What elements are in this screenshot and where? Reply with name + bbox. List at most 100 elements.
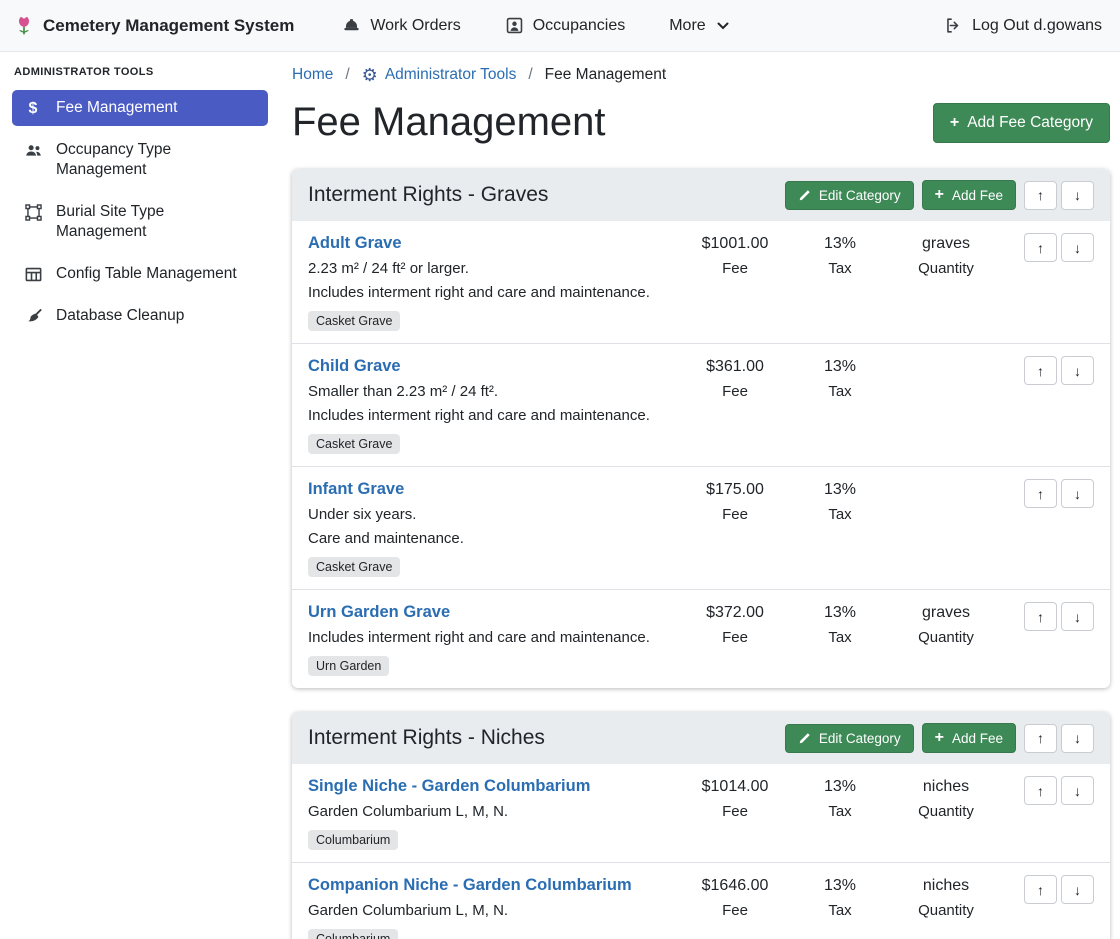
- add-fee-category-button[interactable]: + Add Fee Category: [933, 103, 1110, 143]
- fee-quantity-column: [890, 478, 1002, 483]
- breadcrumb-home-link[interactable]: Home: [292, 66, 333, 84]
- fee-amount-column: $1646.00 Fee: [680, 874, 790, 921]
- move-fee-down-button[interactable]: ↓: [1061, 479, 1094, 508]
- move-fee-down-button[interactable]: ↓: [1061, 602, 1094, 631]
- fee-amount-column: $1014.00 Fee: [680, 775, 790, 822]
- fee-name-link[interactable]: Child Grave: [308, 355, 668, 377]
- fee-description: Garden Columbarium L, M, N.: [308, 801, 668, 823]
- fee-name-link[interactable]: Adult Grave: [308, 232, 668, 254]
- move-category-down-button[interactable]: ↓: [1061, 181, 1094, 210]
- fee-row: Single Niche - Garden Columbarium Garden…: [292, 764, 1110, 863]
- tulip-logo-icon: [14, 15, 34, 37]
- arrow-up-icon: ↑: [1037, 882, 1044, 898]
- move-category-up-button[interactable]: ↑: [1024, 724, 1057, 753]
- logout-link[interactable]: Log Out d.gowans: [944, 16, 1102, 35]
- arrow-up-icon: ↑: [1037, 486, 1044, 502]
- fee-name-link[interactable]: Companion Niche - Garden Columbarium: [308, 874, 668, 896]
- fee-amount: $1001.00: [680, 233, 790, 255]
- category-header: Interment Rights - Niches Edit Category …: [292, 712, 1110, 764]
- fee-quantity-label: Quantity: [890, 802, 1002, 822]
- fee-amount-label: Fee: [680, 382, 790, 402]
- fee-quantity: niches: [890, 776, 1002, 798]
- fee-quantity-label: Quantity: [890, 901, 1002, 921]
- nav-work-orders[interactable]: Work Orders: [342, 16, 460, 35]
- sidebar-item-occupancy-type-management[interactable]: Occupancy Type Management: [12, 132, 268, 188]
- fee-amount-column: $1001.00 Fee: [680, 232, 790, 279]
- edit-category-button[interactable]: Edit Category: [785, 724, 914, 753]
- fee-tax: 13%: [790, 233, 890, 255]
- fee-quantity-column: graves Quantity: [890, 601, 1002, 648]
- move-fee-up-button[interactable]: ↑: [1024, 479, 1057, 508]
- edit-category-button[interactable]: Edit Category: [785, 181, 914, 210]
- nav-work-orders-label: Work Orders: [370, 17, 460, 35]
- fee-name-link[interactable]: Urn Garden Grave: [308, 601, 668, 623]
- fee-tax: 13%: [790, 356, 890, 378]
- nav-occupancies[interactable]: Occupancies: [505, 16, 626, 35]
- fee-category-card-niches: Interment Rights - Niches Edit Category …: [292, 712, 1110, 939]
- logout-icon: [944, 16, 963, 35]
- fee-amount: $361.00: [680, 356, 790, 378]
- add-fee-button[interactable]: + Add Fee: [922, 180, 1016, 210]
- fee-quantity: graves: [890, 602, 1002, 624]
- move-fee-down-button[interactable]: ↓: [1061, 875, 1094, 904]
- move-fee-up-button[interactable]: ↑: [1024, 776, 1057, 805]
- nav-more-label: More: [669, 17, 705, 35]
- edit-category-label: Edit Category: [819, 188, 901, 203]
- fee-amount-label: Fee: [680, 505, 790, 525]
- plus-icon: +: [950, 115, 959, 131]
- move-fee-down-button[interactable]: ↓: [1061, 776, 1094, 805]
- fee-tax-column: 13% Tax: [790, 775, 890, 822]
- sidebar-item-burial-site-type-management[interactable]: Burial Site Type Management: [12, 194, 268, 250]
- fee-row: Infant Grave Under six years. Care and m…: [292, 467, 1110, 590]
- breadcrumb-current: Fee Management: [545, 66, 667, 84]
- move-fee-down-button[interactable]: ↓: [1061, 233, 1094, 262]
- category-title: Interment Rights - Graves: [308, 183, 785, 207]
- occupancies-icon: [505, 16, 524, 35]
- move-category-down-button[interactable]: ↓: [1061, 724, 1094, 753]
- fee-amount-label: Fee: [680, 628, 790, 648]
- sidebar-item-fee-management[interactable]: $ Fee Management: [12, 90, 268, 126]
- app-brand[interactable]: Cemetery Management System: [14, 15, 294, 37]
- table-icon: [22, 265, 44, 284]
- fee-tax: 13%: [790, 602, 890, 624]
- breadcrumb-admin-tools-link[interactable]: ⚙ Administrator Tools: [362, 66, 517, 84]
- arrow-up-icon: ↑: [1037, 730, 1044, 746]
- sidebar-item-label: Database Cleanup: [56, 306, 184, 326]
- category-header: Interment Rights - Graves Edit Category …: [292, 169, 1110, 221]
- fee-name-link[interactable]: Single Niche - Garden Columbarium: [308, 775, 668, 797]
- category-title: Interment Rights - Niches: [308, 726, 785, 750]
- fee-type-badge: Casket Grave: [308, 311, 400, 331]
- plus-icon: +: [935, 187, 944, 203]
- page-title: Fee Management: [292, 100, 606, 145]
- fee-tax-column: 13% Tax: [790, 478, 890, 525]
- move-fee-up-button[interactable]: ↑: [1024, 233, 1057, 262]
- move-fee-up-button[interactable]: ↑: [1024, 356, 1057, 385]
- fee-amount-column: $372.00 Fee: [680, 601, 790, 648]
- fee-type-badge: Columbarium: [308, 929, 398, 939]
- users-icon: [22, 141, 44, 160]
- move-fee-up-button[interactable]: ↑: [1024, 602, 1057, 631]
- nav-more[interactable]: More: [669, 17, 728, 35]
- breadcrumb-separator: /: [345, 66, 349, 84]
- move-category-up-button[interactable]: ↑: [1024, 181, 1057, 210]
- arrow-down-icon: ↓: [1074, 363, 1081, 379]
- fee-row: Adult Grave 2.23 m² / 24 ft² or larger. …: [292, 221, 1110, 344]
- move-fee-up-button[interactable]: ↑: [1024, 875, 1057, 904]
- move-fee-down-button[interactable]: ↓: [1061, 356, 1094, 385]
- sidebar-item-config-table-management[interactable]: Config Table Management: [12, 256, 268, 292]
- chevron-down-icon: [717, 22, 729, 30]
- arrow-down-icon: ↓: [1074, 240, 1081, 256]
- fee-quantity-column: niches Quantity: [890, 775, 1002, 822]
- add-fee-button[interactable]: + Add Fee: [922, 723, 1016, 753]
- fee-type-badge: Urn Garden: [308, 656, 389, 676]
- sidebar-item-database-cleanup[interactable]: Database Cleanup: [12, 298, 268, 334]
- sidebar-item-label: Occupancy Type Management: [56, 140, 258, 180]
- arrow-down-icon: ↓: [1074, 730, 1081, 746]
- fee-tax-label: Tax: [790, 628, 890, 648]
- hard-hat-icon: [342, 16, 361, 35]
- top-navbar: Cemetery Management System Work Orders: [0, 0, 1120, 52]
- fee-name-link[interactable]: Infant Grave: [308, 478, 668, 500]
- fee-amount: $1014.00: [680, 776, 790, 798]
- arrow-up-icon: ↑: [1037, 609, 1044, 625]
- fee-category-card-graves: Interment Rights - Graves Edit Category …: [292, 169, 1110, 688]
